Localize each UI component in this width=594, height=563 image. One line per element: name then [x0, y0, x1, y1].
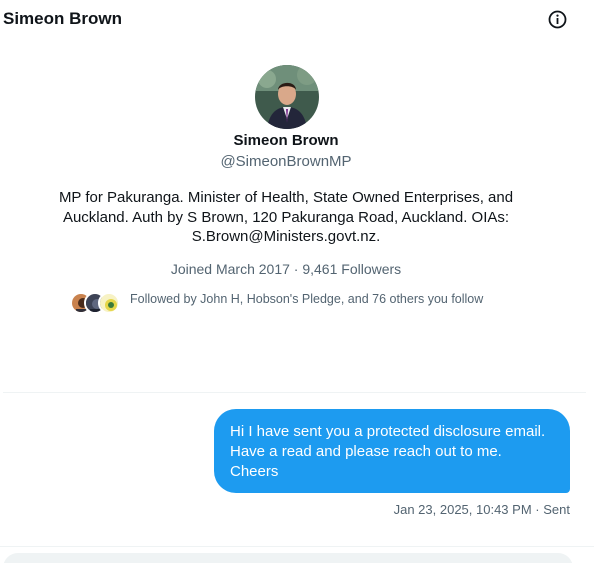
- divider: [3, 392, 586, 393]
- message-bubble[interactable]: Hi I have sent you a protected disclosur…: [214, 409, 570, 493]
- follower-avatar: [98, 292, 120, 314]
- composer-divider: [0, 546, 594, 547]
- message-timestamp: Jan 23, 2025, 10:43 PM: [393, 502, 532, 517]
- meta-separator: ·: [535, 502, 540, 517]
- message-line: Hi I have sent you a protected disclosur…: [230, 423, 546, 440]
- message-meta: Jan 23, 2025, 10:43 PM · Sent: [394, 502, 570, 517]
- profile-bio: MP for Pakuranga. Minister of Health, St…: [58, 189, 514, 245]
- profile-handle: @SimeonBrownMP: [220, 153, 352, 170]
- followed-by[interactable]: Followed by John H, Hobson's Pledge, and…: [70, 290, 550, 316]
- profile-meta: Joined March 2017 · 9,461 Followers: [0, 261, 572, 277]
- meta-separator: ·: [293, 261, 299, 277]
- message-line: Cheers: [230, 463, 279, 480]
- header-title: Simeon Brown: [3, 9, 123, 28]
- followers-count[interactable]: 9,461 Followers: [302, 261, 401, 277]
- message-status: Sent: [543, 502, 570, 517]
- profile-name[interactable]: Simeon Brown: [0, 132, 572, 149]
- joined-date: Joined March 2017: [170, 261, 290, 277]
- message-composer[interactable]: [3, 553, 573, 563]
- conversation-header: Simeon Brown: [0, 0, 594, 40]
- message-line: Have a read and please reach out to me.: [230, 443, 502, 460]
- profile-avatar[interactable]: [255, 65, 319, 129]
- info-icon[interactable]: [547, 9, 568, 30]
- followed-by-text: Followed by John H, Hobson's Pledge, and…: [130, 292, 484, 306]
